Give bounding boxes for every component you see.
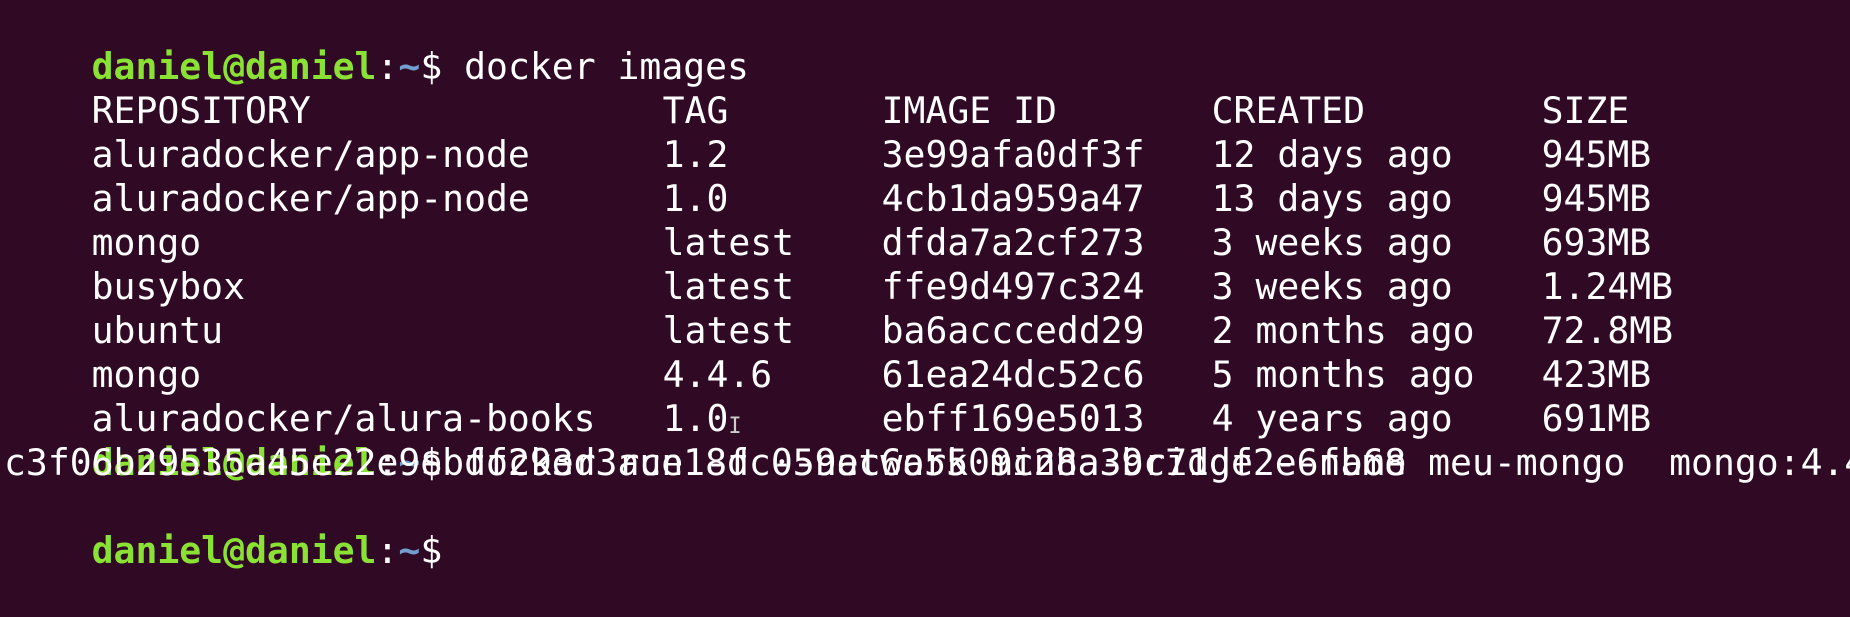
prompt-symbol: $ [420, 45, 443, 88]
prompt-line-1: daniel@daniel:~$ docker images [4, 1, 1850, 88]
cell-image-id: ffe9d497c324 [881, 265, 1145, 308]
cell-image-id: ba6acccedd29 [881, 309, 1145, 352]
cell-size: 423MB [1541, 353, 1652, 396]
header-created: CREATED [1211, 89, 1366, 132]
cell-created: 13 days ago [1211, 177, 1453, 220]
cell-size: 945MB [1541, 133, 1652, 176]
cell-image-id: dfda7a2cf273 [881, 221, 1145, 264]
header-size: SIZE [1541, 89, 1630, 132]
cell-created: 3 weeks ago [1211, 265, 1453, 308]
cell-created: 12 days ago [1211, 133, 1453, 176]
cell-repository: ubuntu [91, 309, 224, 352]
cell-created: 2 months ago [1211, 309, 1475, 352]
cell-tag: 1.2 [662, 133, 729, 176]
prompt-user-host: daniel@daniel [91, 45, 377, 88]
text-cursor-icon: I [728, 414, 742, 439]
cell-created: 5 months ago [1211, 353, 1475, 396]
prompt-colon: : [376, 45, 399, 88]
prompt-path: ~ [398, 45, 421, 88]
cell-repository: aluradocker/app-node [91, 133, 530, 176]
cell-tag: latest [662, 309, 795, 352]
cell-created: 4 years ago [1211, 397, 1453, 440]
cell-image-id: 4cb1da959a47 [881, 177, 1145, 220]
cell-size: 691MB [1541, 397, 1652, 440]
cell-tag-text: 1.0 [662, 397, 729, 440]
cell-tag: 4.4.6 [662, 353, 773, 396]
cell-image-id: ebff169e5013 [881, 397, 1145, 440]
cell-repository: busybox [91, 265, 246, 308]
cell-size: 945MB [1541, 177, 1652, 220]
cell-repository: aluradocker/app-node [91, 177, 530, 220]
cell-image-id: 61ea24dc52c6 [881, 353, 1145, 396]
cell-size: 693MB [1541, 221, 1652, 264]
cell-size: 1.24MB [1541, 265, 1674, 308]
terminal-window[interactable]: daniel@daniel:~$ docker images REPOSITOR… [0, 0, 1850, 572]
cell-tag: latest [662, 221, 795, 264]
prompt-colon: : [376, 529, 399, 572]
prompt-user-host: daniel@daniel [91, 529, 377, 572]
cell-repository: aluradocker/alura-books [91, 397, 596, 440]
cell-repository: mongo [91, 221, 202, 264]
header-image-id: IMAGE ID [881, 89, 1057, 132]
prompt-line-current[interactable]: daniel@daniel:~$ [4, 485, 1850, 572]
cell-repository: mongo [91, 353, 202, 396]
command-text: docker images [442, 45, 749, 88]
cell-size: 72.8MB [1541, 309, 1674, 352]
cell-created: 3 weeks ago [1211, 221, 1453, 264]
cell-tag: latest [662, 265, 795, 308]
cell-image-id: 3e99afa0df3f [881, 133, 1145, 176]
header-repository: REPOSITORY [91, 89, 311, 132]
cell-tag: 1.0 [662, 177, 729, 220]
prompt-symbol: $ [420, 529, 443, 572]
prompt-path: ~ [398, 529, 421, 572]
header-tag: TAG [662, 89, 729, 132]
